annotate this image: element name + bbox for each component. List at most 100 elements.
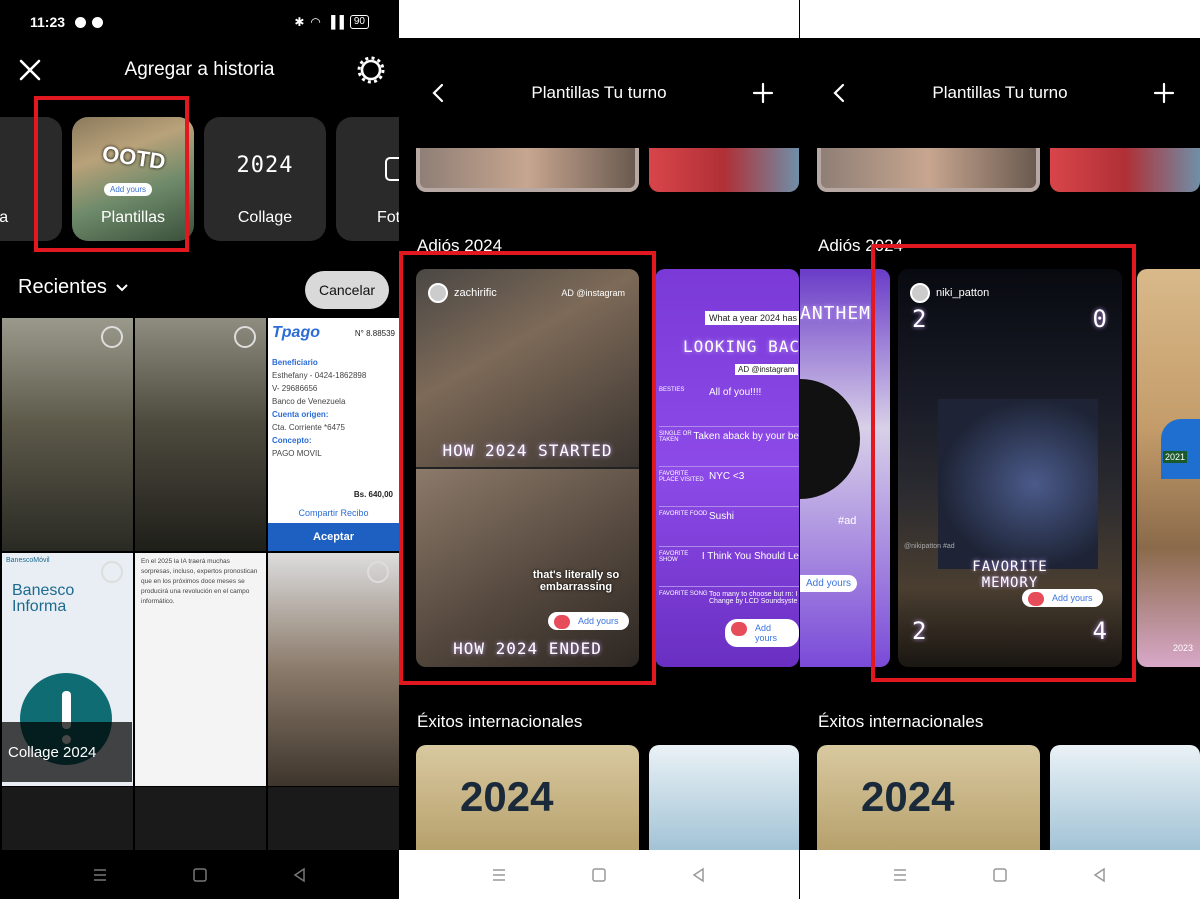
image-icon [385, 157, 399, 181]
facebook-icon [75, 16, 87, 28]
banesco-title: Banesco Informa [12, 583, 74, 615]
accept-button: Aceptar [268, 523, 399, 551]
cancel-button[interactable]: Cancelar [305, 271, 389, 309]
back-icon[interactable] [1092, 867, 1108, 883]
performer-photo [938, 399, 1098, 569]
add-story-panel: 11:23 ✱ ◠ ▐▐ 90 Agregar a historia ra OO… [0, 0, 399, 899]
year-badge: 2023 [1173, 643, 1194, 653]
blue-figure [1161, 419, 1200, 479]
back-arrow-icon[interactable] [427, 81, 451, 105]
templates-header: Plantillas Tu turno [800, 70, 1200, 116]
battery-icon: 90 [349, 15, 369, 29]
year-graphic: 2024 [861, 773, 955, 820]
photos-tile[interactable]: Fotos [336, 117, 399, 241]
favorite-memory-label: FAVORITE MEMORY [898, 559, 1122, 591]
add-yours-icon [554, 615, 570, 629]
vinyl-graphic [800, 379, 860, 499]
media-thumbnail[interactable] [2, 318, 133, 551]
answer-value: Taken aback by your be [693, 431, 799, 442]
how-started-label: HOW 2024 STARTED [442, 441, 613, 460]
template-card-2024[interactable]: 2024 [416, 745, 639, 855]
close-icon[interactable] [14, 54, 46, 86]
select-circle[interactable] [367, 561, 389, 583]
add-yours-button: Add yours [725, 619, 799, 647]
add-yours-label: Add yours [578, 616, 619, 626]
receipt-line: Banco de Venezuela [272, 397, 346, 406]
answer-row: BESTIES All of you!!!! [659, 387, 799, 427]
template-card-partial[interactable] [649, 148, 799, 192]
answer-value: I Think You Should Le [701, 551, 799, 562]
template-card-partial[interactable]: 2021 2023 [1137, 269, 1200, 667]
select-circle[interactable] [101, 326, 123, 348]
template-card-partial[interactable]: ANTHEM #ad Add yours [800, 269, 890, 667]
receipt-line: Esthefany - 0424-1862898 [272, 371, 367, 380]
add-yours-button: Add yours [548, 612, 629, 630]
add-yours-label: Add yours [1052, 593, 1093, 603]
author-name: zachirific [454, 287, 497, 299]
template-card-partial[interactable] [1050, 745, 1200, 855]
label-line: FAVORITE [972, 559, 1048, 575]
ad-tag: #ad [838, 515, 857, 527]
template-author: niki_patton [910, 283, 989, 303]
select-circle[interactable] [234, 326, 256, 348]
media-thumbnail[interactable] [268, 553, 399, 786]
template-card-partial[interactable] [1050, 148, 1200, 192]
wifi-icon: ◠ [310, 15, 321, 29]
home-icon[interactable] [992, 867, 1008, 883]
media-thumbnail[interactable] [135, 318, 266, 551]
select-circle[interactable] [101, 561, 123, 583]
tile-label: Plantillas [100, 209, 166, 226]
year-badge: 2021 [1163, 451, 1188, 463]
home-icon[interactable] [591, 867, 607, 883]
templates-header: Plantillas Tu turno [399, 70, 799, 116]
banesco-title-line: Banesco [12, 582, 75, 599]
plus-icon[interactable] [1152, 81, 1176, 105]
menu-icon[interactable] [491, 867, 507, 883]
back-icon[interactable] [691, 867, 707, 883]
gear-icon[interactable] [355, 54, 387, 86]
template-card-looking-back[interactable]: What a year 2024 has bee LOOKING BACK AD… [655, 269, 799, 667]
template-card-2024[interactable]: 2024 [817, 745, 1040, 855]
templates-tile[interactable]: OOTD Add yours Plantillas [72, 117, 194, 241]
status-time: 11:23 [30, 14, 66, 30]
template-card-favorite-memory[interactable]: niki_patton 2 0 @nikipatton #ad FAVORITE… [898, 269, 1122, 667]
year-digit: 4 [1092, 617, 1108, 645]
receipt-line: PAGO MOVIL [272, 449, 322, 458]
add-yours-button: Add yours [1022, 589, 1103, 607]
home-icon[interactable] [192, 867, 208, 883]
tile-label: ra [0, 209, 9, 226]
story-tools: ra OOTD Add yours Plantillas 2024 Collag… [0, 117, 399, 241]
menu-icon[interactable] [92, 867, 108, 883]
year-prompt: What a year 2024 has bee [705, 311, 799, 325]
camera-tile[interactable]: ra [0, 117, 62, 241]
template-card-partial[interactable] [817, 148, 1040, 192]
tile-label: Fotos [376, 209, 399, 226]
answer-key: BESTIES [659, 387, 685, 393]
media-thumbnail[interactable]: Tpago N° 8.88539 Beneficiario Esthefany … [268, 318, 399, 551]
template-card-how-2024[interactable]: zachirific AD @instagram HOW 2024 STARTE… [416, 269, 639, 667]
back-icon[interactable] [292, 867, 308, 883]
section-title: Adiós 2024 [417, 236, 503, 255]
page-title: Plantillas Tu turno [531, 83, 667, 102]
receipt-line: Beneficiario [272, 358, 318, 367]
media-thumbnail[interactable]: En el 2025 la IA traerá muchas sorpresas… [135, 553, 266, 786]
section-title: Éxitos internacionales [818, 712, 984, 731]
collage-tile[interactable]: 2024 Collage [204, 117, 326, 241]
answer-list: BESTIES All of you!!!! SINGLE OR TAKEN T… [659, 387, 799, 627]
template-card-partial[interactable] [649, 745, 799, 855]
answer-value: NYC <3 [709, 471, 745, 482]
how-ended-label: HOW 2024 ENDED [453, 639, 602, 658]
recents-label: Recientes [18, 276, 107, 298]
template-card-partial[interactable] [416, 148, 639, 192]
answer-value: All of you!!!! [709, 387, 762, 398]
back-arrow-icon[interactable] [828, 81, 852, 105]
recents-dropdown[interactable]: Recientes [18, 276, 129, 299]
answer-row: SINGLE OR TAKEN Taken aback by your be [659, 427, 799, 467]
menu-icon[interactable] [892, 867, 908, 883]
year-digit: 2 [912, 305, 928, 333]
answer-row: FAVORITE SHOW I Think You Should Le [659, 547, 799, 587]
chevron-down-icon [116, 283, 128, 291]
photo-handle: @nikipatton #ad [904, 543, 955, 550]
plus-icon[interactable] [751, 81, 775, 105]
avatar [910, 283, 930, 303]
